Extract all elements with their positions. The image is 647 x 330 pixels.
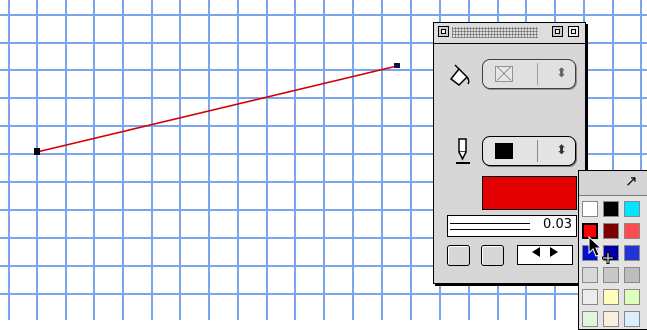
line-weight-preview xyxy=(450,223,530,230)
current-color-bar[interactable] xyxy=(482,176,577,210)
updown-arrows-icon: ⬍ xyxy=(556,143,567,158)
color-swatch-cell[interactable] xyxy=(582,201,598,217)
palette-title-bar[interactable] xyxy=(434,23,585,44)
color-swatch-cell[interactable] xyxy=(624,245,640,261)
zoom-box-icon[interactable] xyxy=(552,26,563,37)
color-popup-header: ↗ xyxy=(579,171,647,196)
close-box-icon[interactable] xyxy=(438,26,449,37)
left-right-arrow-icon xyxy=(532,247,558,257)
line-weight-field[interactable]: 0.03 xyxy=(447,215,577,237)
color-swatch-cell[interactable] xyxy=(624,311,640,327)
updown-arrows-icon: ⬍ xyxy=(556,66,567,81)
no-fill-swatch-icon xyxy=(495,66,513,82)
style-button-2[interactable] xyxy=(481,245,504,266)
paint-bucket-icon xyxy=(449,64,470,86)
color-swatch-cell[interactable] xyxy=(582,267,598,283)
title-grip-pattern xyxy=(452,27,538,38)
collapse-box-icon[interactable] xyxy=(568,26,579,37)
color-swatch-cell[interactable] xyxy=(624,267,640,283)
pen-icon xyxy=(456,138,470,164)
color-swatch-cell[interactable] xyxy=(603,289,619,305)
color-swatch-cell[interactable] xyxy=(582,311,598,327)
arrowhead-popup[interactable] xyxy=(517,245,573,265)
line-weight-value[interactable]: 0.03 xyxy=(543,217,572,232)
color-swatch-cell[interactable] xyxy=(582,289,598,305)
diagonal-arrow-icon: ↗ xyxy=(625,172,638,190)
style-button-1[interactable] xyxy=(447,245,470,266)
popup-divider xyxy=(537,63,538,85)
arrow-cursor-icon xyxy=(588,236,614,264)
color-swatch-cell[interactable] xyxy=(624,223,640,239)
color-swatch-cell[interactable] xyxy=(603,201,619,217)
stroke-pattern-popup[interactable]: ⬍ xyxy=(482,136,576,166)
color-swatch-cell[interactable] xyxy=(603,267,619,283)
line-handle-end[interactable] xyxy=(394,63,400,68)
line-handle-start[interactable] xyxy=(34,148,40,155)
red-line-segment[interactable] xyxy=(36,65,398,153)
fill-pattern-popup[interactable]: ⬍ xyxy=(482,59,576,89)
black-stroke-swatch xyxy=(495,143,513,159)
style-palette-window[interactable]: ⬍ ⬍ 0.03 xyxy=(433,22,586,284)
color-swatch-cell[interactable] xyxy=(624,201,640,217)
color-swatch-cell[interactable] xyxy=(624,289,640,305)
color-swatch-cell[interactable] xyxy=(603,311,619,327)
popup-divider xyxy=(537,140,538,162)
